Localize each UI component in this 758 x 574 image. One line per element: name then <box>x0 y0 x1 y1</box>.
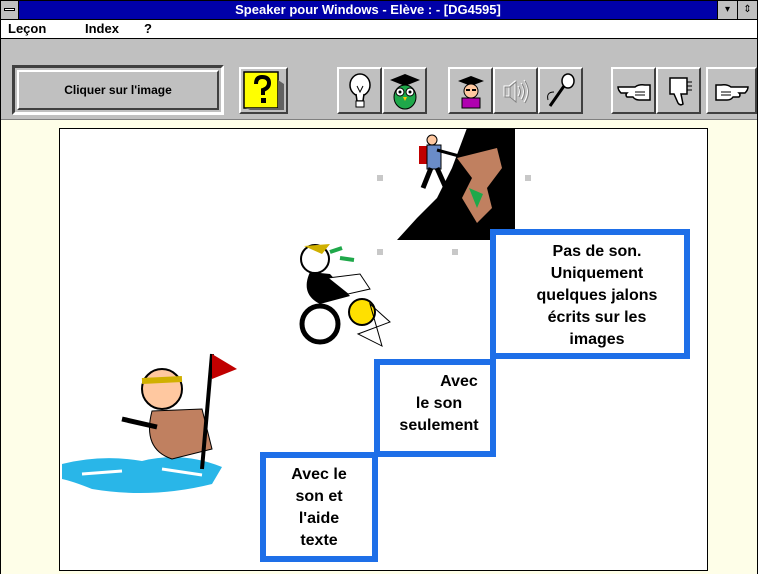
system-menu-icon <box>4 8 15 11</box>
cyclist-image[interactable] <box>270 234 410 359</box>
selection-handle[interactable] <box>377 249 383 255</box>
step3-line: images <box>569 331 625 348</box>
instruction-text: Cliquer sur l'image <box>17 70 219 110</box>
lightbulb-icon <box>339 69 380 112</box>
step1-line: Avec le <box>291 466 347 483</box>
question-mark-icon <box>241 69 286 112</box>
speaker-button[interactable] <box>493 67 538 114</box>
step2-line: Avec <box>440 373 478 390</box>
step2-line: le son <box>415 395 463 412</box>
restore-icon: ⇕ <box>743 4 752 15</box>
student-button[interactable] <box>448 67 493 114</box>
selection-handle[interactable] <box>525 175 531 181</box>
instruction-panel: Cliquer sur l'image <box>12 65 224 115</box>
lesson-image-canvas[interactable]: Pas de son. Uniquement quelques jalons é… <box>59 128 708 571</box>
thumbs-down-button[interactable] <box>656 67 701 114</box>
step3-text-box[interactable]: Pas de son. Uniquement quelques jalons é… <box>490 229 690 359</box>
step2-text-box[interactable]: Avec le son seulement <box>374 359 496 457</box>
owl-teacher-button[interactable] <box>382 67 427 114</box>
step1-line: l'aide <box>298 510 340 527</box>
point-right-button[interactable] <box>706 67 757 114</box>
step2-line: seulement <box>399 417 479 434</box>
title-bar[interactable]: Speaker pour Windows - Elève : - [DG4595… <box>1 1 757 20</box>
maximize-button[interactable]: ⇕ <box>737 1 757 19</box>
microphone-button[interactable] <box>538 67 583 114</box>
menu-index[interactable]: Index <box>85 21 119 36</box>
menu-lecon[interactable]: Leçon <box>8 21 46 36</box>
climber-image[interactable] <box>397 128 515 240</box>
step3-line: écrits sur les <box>547 309 647 326</box>
thumbs-down-icon <box>658 69 699 112</box>
window-title: Speaker pour Windows - Elève : - [DG4595… <box>235 2 501 17</box>
menu-bar: Leçon Index ? <box>1 20 757 39</box>
selection-handle[interactable] <box>377 175 383 181</box>
step3-line: Pas de son. <box>552 243 642 260</box>
speaker-icon <box>495 69 536 112</box>
microphone-icon <box>540 69 581 112</box>
selection-handle[interactable] <box>452 249 458 255</box>
step3-line: Uniquement <box>550 265 644 282</box>
minimize-button[interactable]: ▾ <box>717 1 737 19</box>
owl-graduate-icon <box>384 69 425 112</box>
app-window: Speaker pour Windows - Elève : - [DG4595… <box>0 0 758 574</box>
point-left-button[interactable] <box>611 67 656 114</box>
step1-text-box[interactable]: Avec le son et l'aide texte <box>260 452 378 562</box>
rafting-image[interactable] <box>62 349 272 519</box>
toolbar: Cliquer sur l'image <box>1 39 757 120</box>
step1-line: texte <box>300 532 338 549</box>
hand-point-right-icon <box>708 69 755 112</box>
step3-line: quelques jalons <box>536 287 658 304</box>
step1-line: son et <box>295 488 343 505</box>
menu-help[interactable]: ? <box>144 21 152 36</box>
student-icon <box>450 69 491 112</box>
help-button[interactable] <box>239 67 288 114</box>
system-menu-button[interactable] <box>1 1 19 19</box>
hint-button[interactable] <box>337 67 382 114</box>
hand-point-icon <box>613 69 654 112</box>
minimize-icon: ▾ <box>724 4 731 15</box>
